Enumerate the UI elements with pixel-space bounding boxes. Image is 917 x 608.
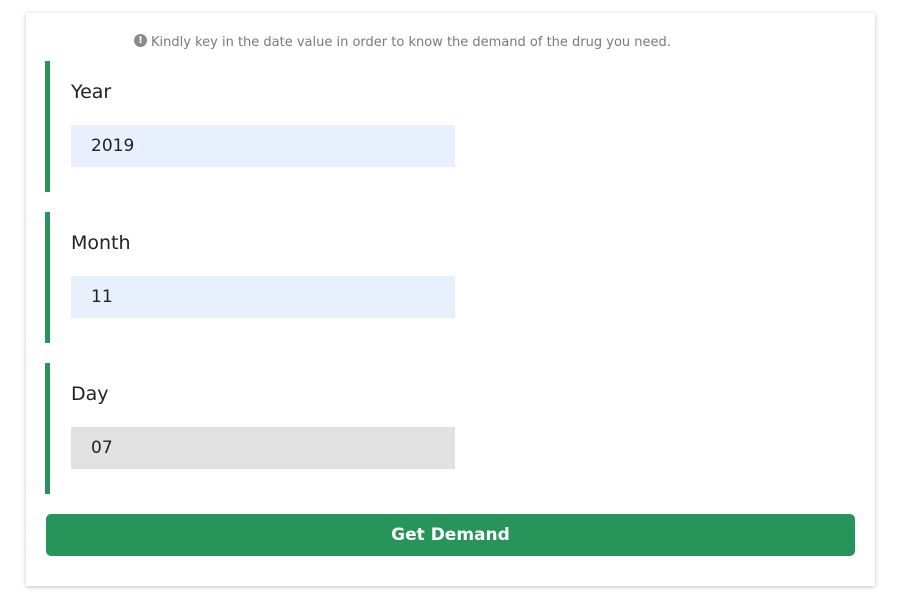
- month-field-group: Month: [45, 212, 480, 343]
- month-input[interactable]: [71, 276, 455, 318]
- hint-message: ! Kindly key in the date value in order …: [134, 33, 671, 51]
- month-label: Month: [71, 232, 131, 254]
- year-input[interactable]: [71, 125, 455, 167]
- demand-form-card: ! Kindly key in the date value in order …: [26, 13, 875, 586]
- day-label: Day: [71, 383, 109, 405]
- day-input[interactable]: [71, 427, 455, 469]
- year-field-group: Year: [45, 61, 480, 192]
- hint-text: Kindly key in the date value in order to…: [151, 34, 671, 50]
- exclamation-circle-icon: !: [134, 33, 147, 47]
- day-field-group: Day: [45, 363, 480, 494]
- year-label: Year: [71, 81, 112, 103]
- get-demand-button[interactable]: Get Demand: [46, 514, 855, 556]
